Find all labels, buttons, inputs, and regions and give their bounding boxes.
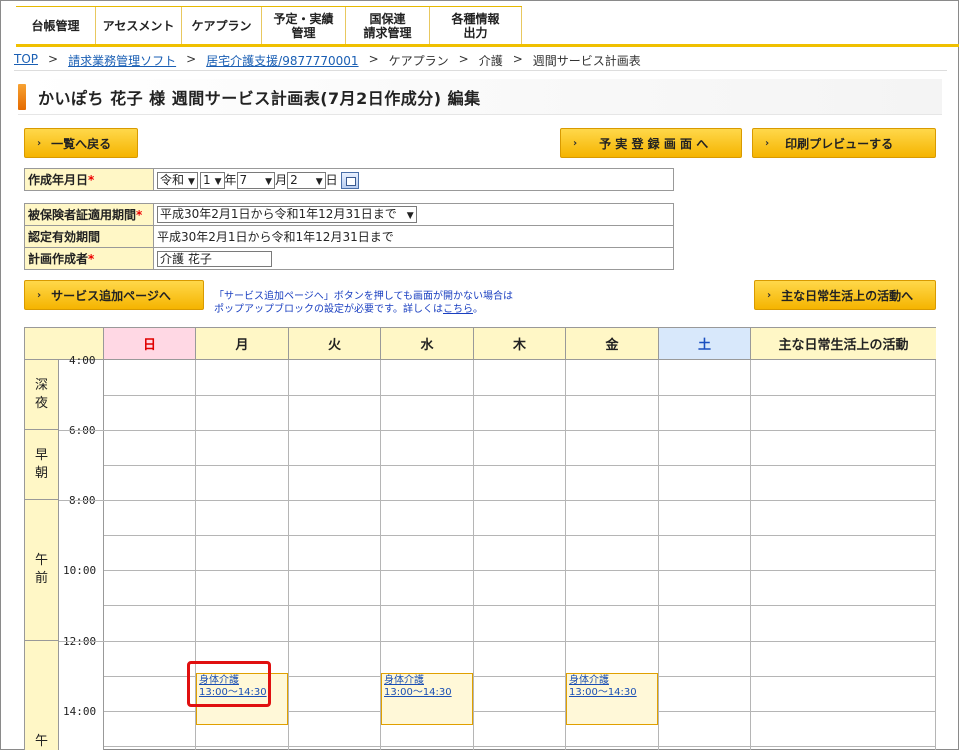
created-date-table: 作成年月日* 令和 ▼ 1 ▼ 年 7 ▼ 月 2 ▼ 日 (24, 168, 674, 191)
chevron-down-icon: ▼ (188, 176, 195, 187)
day-header-fri: 金 (566, 328, 659, 360)
service-block-wed[interactable]: 身体介護 13:00〜14:30 (381, 673, 473, 725)
help-link[interactable]: こちら (443, 304, 473, 315)
month-select[interactable]: 7 ▼ (236, 171, 276, 189)
chevron-down-icon: ▼ (406, 211, 414, 221)
period-morning: 午 前 (25, 500, 59, 641)
nav-underline (16, 44, 959, 47)
add-service-button[interactable]: › サービス追加ページへ (24, 280, 204, 310)
grid-line (59, 430, 936, 431)
nav-schedule[interactable]: 予定・実績 管理 (262, 7, 346, 45)
service-name-link[interactable]: 身体介護 (384, 675, 470, 687)
grid-line (104, 465, 936, 466)
created-date-field: 令和 ▼ 1 ▼ 年 7 ▼ 月 2 ▼ 日 (153, 168, 674, 191)
nav-ledger[interactable]: 台帳管理 (16, 7, 96, 45)
top-nav: 台帳管理 アセスメント ケアプラン 予定・実績 管理 国保連 請求管理 各種情報… (16, 6, 522, 45)
nav-careplan[interactable]: ケアプラン (182, 7, 262, 45)
period-late-night: 深 夜 (25, 360, 59, 430)
era-select[interactable]: 令和 ▼ (157, 171, 198, 189)
print-preview-button[interactable]: › 印刷プレビューする (752, 128, 936, 158)
chevron-right-icon: › (37, 137, 42, 149)
chevron-right-icon: › (573, 137, 578, 149)
grid-line (658, 360, 659, 750)
breadcrumb-sep: > (368, 52, 379, 66)
cert-period-label: 認定有効期間 (24, 225, 154, 248)
grid-line (104, 746, 936, 747)
day-select[interactable]: 2 ▼ (287, 171, 326, 189)
nav-assessment[interactable]: アセスメント (96, 7, 182, 45)
breadcrumb-sep: > (512, 52, 523, 66)
service-block-fri[interactable]: 身体介護 13:00〜14:30 (566, 673, 658, 725)
activities-header: 主な日常生活上の活動 (751, 328, 936, 360)
chevron-right-icon: › (767, 289, 772, 301)
grid-line (59, 641, 936, 642)
planner-field: 介護 花子 (153, 247, 674, 270)
grid-line (104, 535, 936, 536)
insurance-period-field: 平成30年2月1日から令和1年12月31日まで ▼ (153, 203, 674, 226)
chevron-right-icon: › (37, 289, 42, 301)
title-accent-bar (18, 83, 26, 110)
breadcrumb-weekly-plan: 週間サービス計画表 (532, 54, 641, 68)
back-to-list-button[interactable]: › 一覧へ戻る (24, 128, 138, 158)
year-select[interactable]: 1 ▼ (199, 171, 225, 189)
period-afternoon: 午 後 (25, 641, 59, 750)
time-label: 10:00 (63, 564, 97, 577)
grid-line (104, 605, 936, 606)
breadcrumb-sep: > (458, 52, 469, 66)
breadcrumb: TOP > 請求業務管理ソフト > 居宅介護支援/9877770001 > ケア… (14, 52, 641, 69)
breadcrumb-divider (14, 70, 947, 71)
period-early-morning: 早 朝 (25, 430, 59, 500)
grid-line (935, 360, 936, 750)
grid-line (473, 360, 474, 750)
planner-label: 計画作成者* (24, 247, 154, 270)
insurance-period-label: 被保険者証適用期間* (24, 203, 154, 226)
service-name-link[interactable]: 身体介護 (569, 675, 655, 687)
day-header-sun: 日 (104, 328, 196, 360)
grid-line (288, 360, 289, 750)
day-header-tue: 火 (289, 328, 381, 360)
breadcrumb-care: 介護 (478, 54, 503, 68)
schedule-registration-button[interactable]: › 予 実 登 録 画 面 へ (560, 128, 742, 158)
service-time-link[interactable]: 13:00〜14:30 (569, 687, 655, 699)
time-label: 14:00 (63, 705, 97, 718)
title-bar: かいぽち 花子 様 週間サービス計画表(7月2日作成分) 編集 (18, 79, 942, 115)
plan-info-table: 被保険者証適用期間* 平成30年2月1日から令和1年12月31日まで ▼ 認定有効… (24, 203, 674, 270)
highlight-box (187, 661, 271, 707)
day-header-sat: 土 (659, 328, 751, 360)
chevron-right-icon: › (765, 137, 770, 149)
breadcrumb-top-link[interactable]: TOP (14, 52, 38, 69)
calendar-icon[interactable] (340, 171, 359, 189)
cert-period-value: 平成30年2月1日から令和1年12月31日まで (153, 225, 674, 248)
grid-line (104, 395, 936, 396)
grid-line (750, 360, 751, 750)
nav-output[interactable]: 各種情報 出力 (430, 7, 522, 45)
breadcrumb-sep: > (48, 52, 59, 66)
breadcrumb-office-link[interactable]: 居宅介護支援/9877770001 (206, 52, 358, 69)
planner-input[interactable]: 介護 花子 (157, 250, 272, 267)
day-header-wed: 水 (381, 328, 474, 360)
chevron-down-icon: ▼ (214, 176, 222, 187)
day-header-mon: 月 (196, 328, 289, 360)
page-title: かいぽち 花子 様 週間サービス計画表(7月2日作成分) 編集 (38, 88, 481, 108)
nav-billing[interactable]: 国保連 請求管理 (346, 7, 430, 45)
created-date-label: 作成年月日* (24, 168, 154, 191)
chevron-down-icon: ▼ (265, 176, 273, 187)
day-header-thu: 木 (474, 328, 566, 360)
grid-line (59, 500, 936, 501)
chevron-down-icon: ▼ (315, 176, 323, 187)
breadcrumb-billing-link[interactable]: 請求業務管理ソフト (68, 52, 176, 69)
time-label: 4:00 (69, 354, 96, 367)
weekly-schedule-grid: 日 月 火 水 木 金 土 主な日常生活上の活動 深 夜 早 朝 午 前 午 後… (24, 327, 936, 750)
time-column (59, 360, 104, 750)
insurance-period-select[interactable]: 平成30年2月1日から令和1年12月31日まで ▼ (157, 206, 417, 223)
daily-activities-button[interactable]: › 主な日常生活上の活動へ (754, 280, 936, 310)
breadcrumb-careplan: ケアプラン (388, 54, 449, 68)
service-time-link[interactable]: 13:00〜14:30 (384, 687, 470, 699)
grid-line (104, 570, 936, 571)
popup-notice: 「サービス追加ページへ」ボタンを押しても画面が開かない場合は ポップアップブロッ… (214, 291, 513, 315)
breadcrumb-sep: > (186, 52, 197, 66)
